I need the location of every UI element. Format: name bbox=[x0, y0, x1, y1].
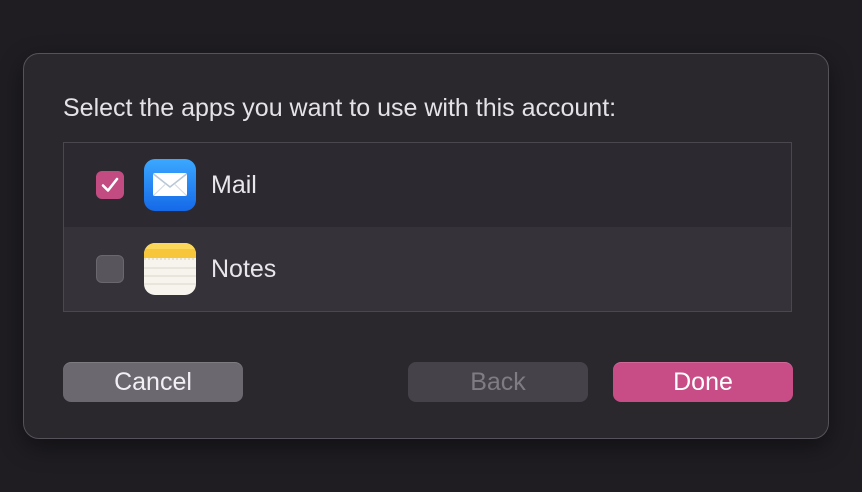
app-row-mail[interactable]: Mail bbox=[64, 143, 791, 227]
mail-icon bbox=[144, 159, 196, 211]
notes-checkbox[interactable] bbox=[96, 255, 124, 283]
checkmark-icon bbox=[101, 177, 119, 192]
back-button[interactable]: Back bbox=[408, 362, 588, 402]
done-button[interactable]: Done bbox=[613, 362, 793, 402]
dialog-prompt: Select the apps you want to use with thi… bbox=[63, 94, 617, 122]
app-list: Mail Notes bbox=[63, 142, 792, 312]
mail-checkbox[interactable] bbox=[96, 171, 124, 199]
account-apps-dialog: Select the apps you want to use with thi… bbox=[23, 53, 829, 439]
app-row-notes[interactable]: Notes bbox=[64, 227, 791, 311]
app-name-notes: Notes bbox=[211, 254, 277, 283]
notes-icon bbox=[144, 243, 196, 295]
app-name-mail: Mail bbox=[211, 170, 257, 199]
cancel-button[interactable]: Cancel bbox=[63, 362, 243, 402]
